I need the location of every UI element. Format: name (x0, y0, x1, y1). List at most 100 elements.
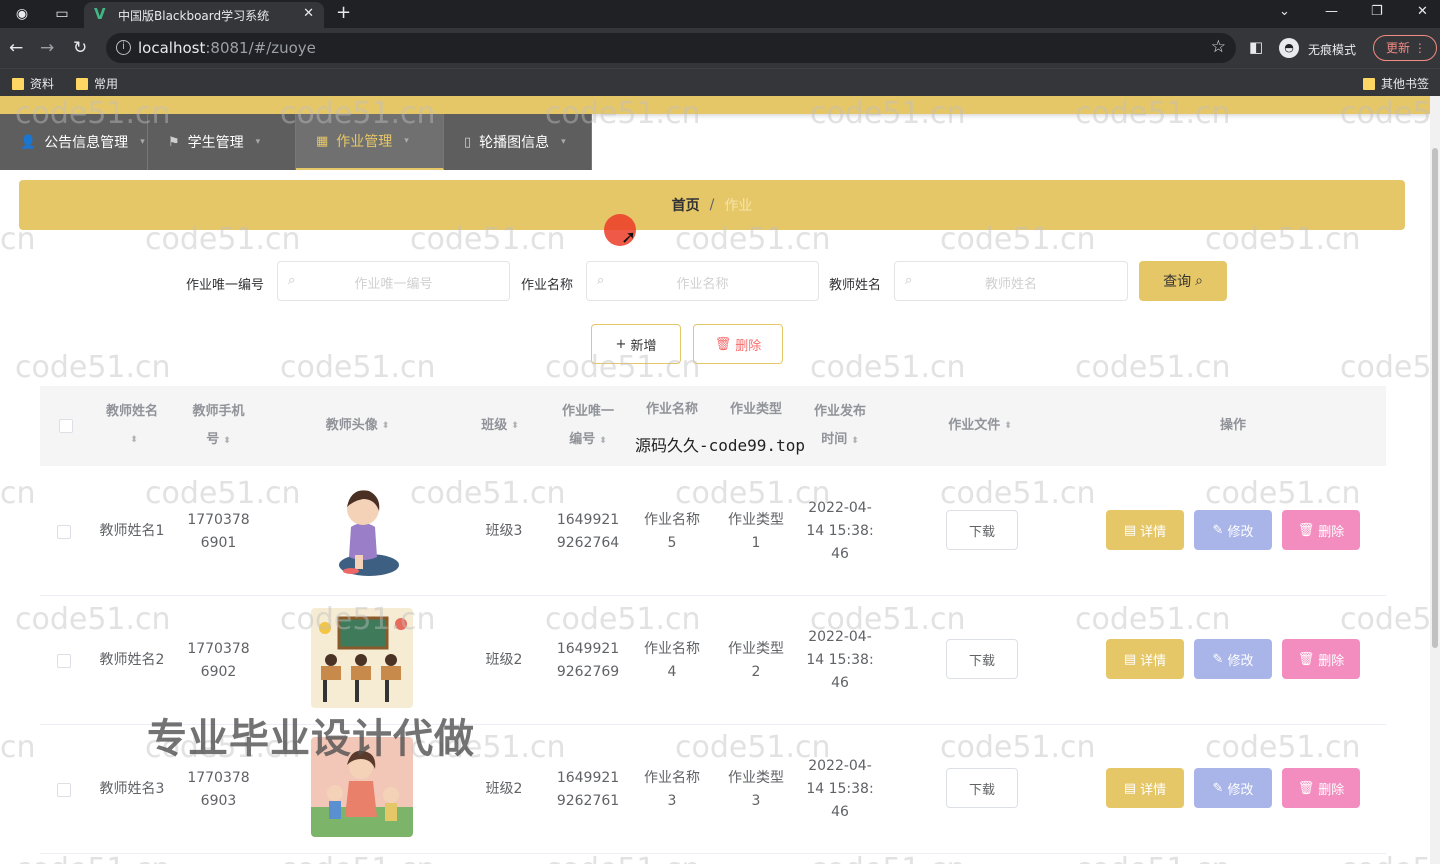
side-panel-icon[interactable]: ◧ (1249, 38, 1263, 56)
select-all-checkbox[interactable] (59, 419, 73, 433)
top-menu: 👤 公告信息管理 ▾ ⚑ 学生管理 ▾ ▦ 作业管理 ▾ ▯ 轮播图信息 ▾ (0, 114, 592, 170)
search-icon: ⌕ (1195, 273, 1203, 289)
bookmark-star-icon[interactable]: ☆ (1211, 37, 1226, 57)
watermark-text: code51.cn (0, 476, 36, 511)
detail-button[interactable]: ▤ 详情 (1106, 510, 1184, 550)
th-label: 作业名称 (645, 402, 698, 417)
tab-search-icon[interactable]: ⌄ (1279, 4, 1290, 19)
header-strip (0, 96, 1430, 114)
reload-icon[interactable]: ↻ (73, 38, 87, 58)
chevron-down-icon: ▾ (404, 136, 409, 146)
forward-icon[interactable]: → (40, 38, 54, 58)
watermark-text: code51.cn (1340, 350, 1440, 385)
edit-button[interactable]: ✎ 修改 (1194, 768, 1272, 808)
browser-globe-icon[interactable]: ◉ (12, 4, 32, 24)
site-info-icon[interactable]: i (116, 40, 131, 55)
placeholder: 教师姓名 (984, 277, 1037, 292)
scroll-thumb[interactable] (1432, 148, 1438, 648)
edit-button[interactable]: ✎ 修改 (1194, 639, 1272, 679)
edit-button[interactable]: ✎ 修改 (1194, 510, 1272, 550)
cell-hw-id: 1649921 9262764 (548, 467, 628, 596)
search-input-hw-id[interactable]: ⌕ 作业唯一编号 (277, 261, 510, 301)
detail-button[interactable]: ▤ 详情 (1106, 768, 1184, 808)
search-input-teacher[interactable]: ⌕ 教师姓名 (894, 261, 1128, 301)
restore-icon[interactable]: ❐ (1371, 4, 1383, 19)
breadcrumb-home[interactable]: 首页 (672, 195, 700, 215)
search-input-hw-name[interactable]: ⌕ 作业名称 (586, 261, 819, 301)
download-button[interactable]: 下载 (946, 639, 1018, 679)
th-class[interactable]: 班级 ⬍ (460, 386, 540, 466)
search-label-hw-id: 作业唯一编号 (186, 278, 265, 293)
th-teacher-name[interactable]: 教师姓名 ⬍ (92, 386, 172, 466)
cell-text: 9262764 (556, 534, 620, 551)
tab-close-icon[interactable]: ✕ (303, 6, 314, 21)
th-label: 班级 (481, 418, 508, 433)
page-scrollbar[interactable] (1430, 96, 1440, 864)
back-icon[interactable]: ← (9, 38, 23, 58)
btn-label: 删除 (1318, 782, 1345, 798)
new-tab-icon[interactable]: + (336, 2, 351, 23)
delete-button[interactable]: 🗑 删除 (1282, 639, 1360, 679)
batch-delete-button[interactable]: 🗑 删除 (693, 324, 783, 364)
detail-button[interactable]: ▤ 详情 (1106, 639, 1184, 679)
bookmark-folder-ziliao[interactable]: 资料 (12, 75, 54, 92)
cell-text: 4 (667, 663, 677, 680)
cell-text: 3 (751, 792, 761, 809)
sort-icon[interactable]: ⬍ (511, 412, 519, 440)
window-close-icon[interactable]: ✕ (1417, 4, 1428, 19)
trash-icon: 🗑 (714, 336, 732, 352)
mouse-cursor-icon: ➚ (621, 227, 637, 248)
sort-icon[interactable]: ⬍ (130, 426, 138, 454)
cell-text: 2022-04- (808, 629, 872, 645)
row-checkbox[interactable] (57, 783, 71, 797)
th-label: 作业类型 (729, 402, 782, 417)
minimize-icon[interactable]: — (1325, 4, 1338, 19)
delete-button[interactable]: 🗑 删除 (1282, 510, 1360, 550)
other-bookmarks[interactable]: 其他书签 (1363, 75, 1429, 92)
browser-tab[interactable]: V 中国版Blackboard学习系统 ✕ (84, 2, 324, 28)
menu-label: 作业管理 (336, 134, 393, 150)
btn-label: 详情 (1140, 782, 1167, 798)
chart-icon: ▦ (316, 133, 329, 149)
sort-icon[interactable]: ⬍ (1004, 412, 1012, 440)
incognito-label: 无痕模式 (1308, 43, 1357, 57)
update-button[interactable]: 更新 ⋮ (1373, 35, 1437, 61)
pencil-icon: ✎ (1212, 522, 1224, 538)
sort-icon[interactable]: ⬍ (223, 436, 231, 446)
th-hw-time[interactable]: 作业发布 时间 ⬍ (800, 386, 880, 466)
cell-text: 2022-04- (808, 758, 872, 774)
cell-text: 14 15:38: (806, 781, 874, 797)
watermark-text: code51.cn (0, 730, 36, 765)
cell-text: 46 (831, 675, 849, 691)
placeholder: 作业唯一编号 (354, 277, 433, 292)
bookmark-folder-changyong[interactable]: 常用 (76, 75, 118, 92)
page-content: 👤 公告信息管理 ▾ ⚑ 学生管理 ▾ ▦ 作业管理 ▾ ▯ 轮播图信息 ▾ 首… (0, 96, 1440, 864)
menu-item-homework[interactable]: ▦ 作业管理 ▾ (296, 114, 444, 170)
sort-icon[interactable]: ⬍ (599, 436, 607, 446)
row-checkbox[interactable] (57, 654, 71, 668)
menu-item-announcements[interactable]: 👤 公告信息管理 ▾ (0, 114, 148, 170)
cell-text: 14 15:38: (806, 523, 874, 539)
th-teacher-phone[interactable]: 教师手机号 ⬍ (176, 386, 261, 466)
incognito-icon[interactable]: ◓ (1279, 38, 1299, 58)
code-banner: 源码久久-code99.top (635, 436, 805, 455)
th-teacher-avatar[interactable]: 教师头像 ⬍ (300, 386, 415, 466)
download-button[interactable]: 下载 (946, 768, 1018, 808)
menu-item-students[interactable]: ⚑ 学生管理 ▾ (148, 114, 296, 170)
url-field[interactable]: i localhost:8081/#/zuoye ☆ (106, 33, 1236, 63)
th-hw-file[interactable]: 作业文件 ⬍ (920, 386, 1040, 466)
row-checkbox[interactable] (57, 525, 71, 539)
folder-icon (76, 77, 88, 90)
th-hw-id[interactable]: 作业唯一 编号 ⬍ (548, 386, 628, 466)
add-label: 新增 (630, 338, 657, 354)
sort-icon[interactable]: ⬍ (382, 412, 390, 440)
menu-item-carousel[interactable]: ▯ 轮播图信息 ▾ (444, 114, 592, 170)
tab-strip-icon[interactable]: ▭ (52, 4, 72, 24)
cell-class: 班级3 (485, 523, 523, 539)
sort-icon[interactable]: ⬍ (851, 436, 859, 446)
delete-button[interactable]: 🗑 删除 (1282, 768, 1360, 808)
query-button[interactable]: 查询 ⌕ (1139, 261, 1227, 301)
add-button[interactable]: + 新增 (591, 324, 681, 364)
cell-text: 6903 (200, 792, 237, 809)
download-button[interactable]: 下载 (946, 510, 1018, 550)
